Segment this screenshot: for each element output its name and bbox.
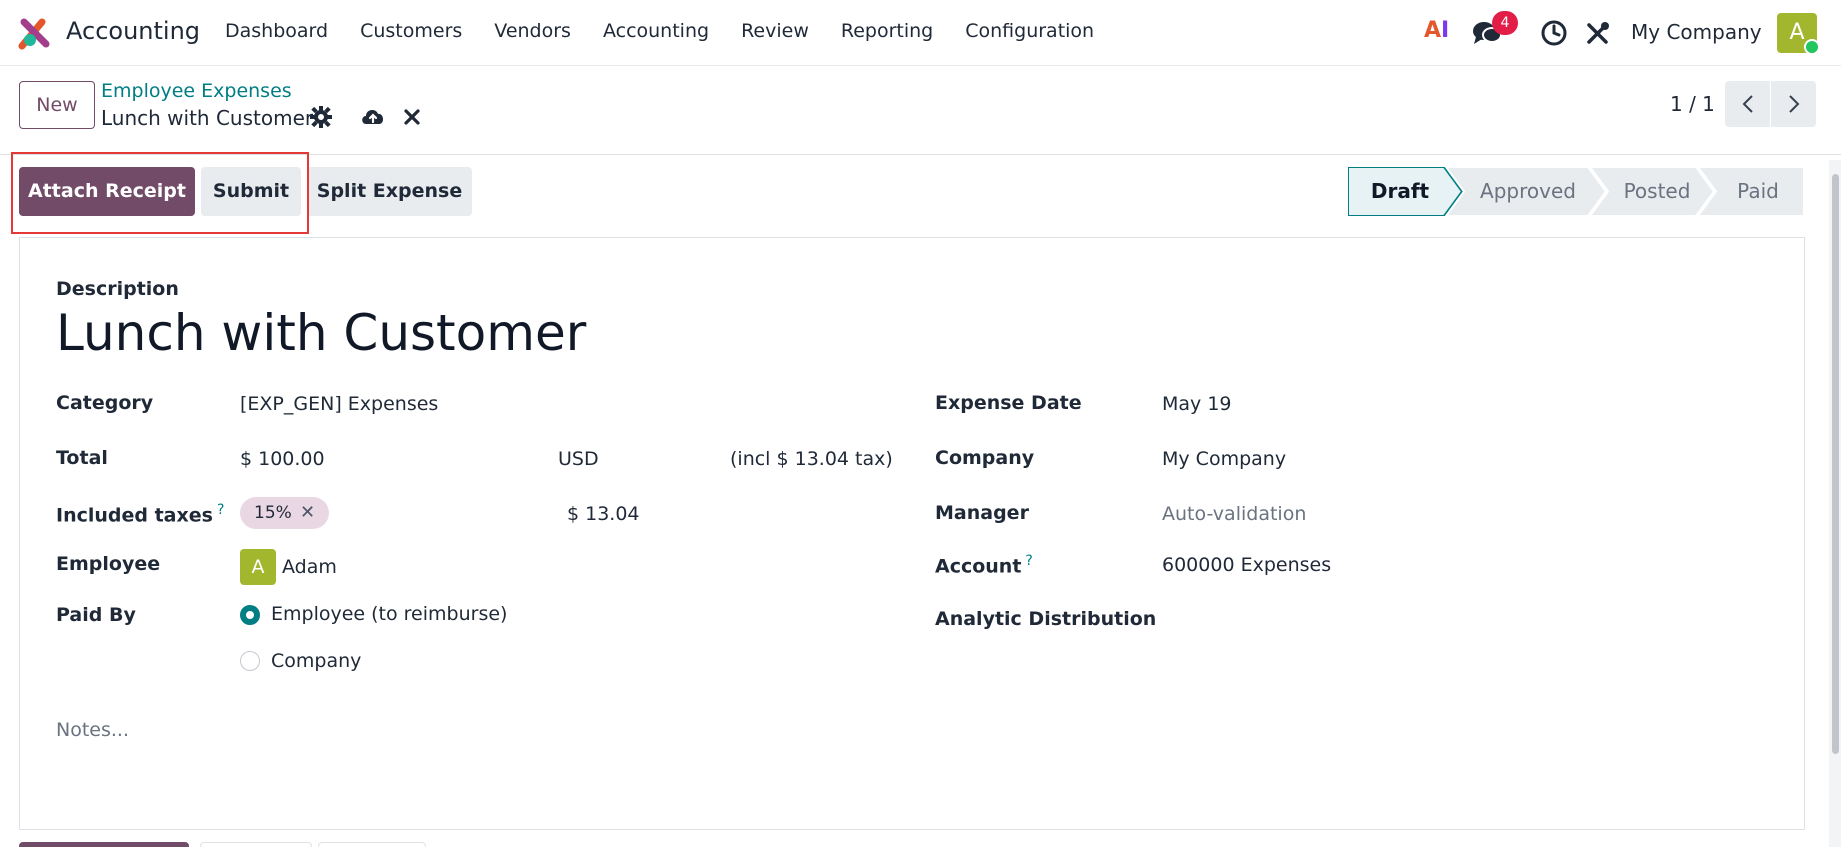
- highlight-annotation: [11, 152, 309, 234]
- ai-letter-i: I: [1441, 18, 1450, 43]
- description-label: Description: [56, 278, 179, 300]
- company-field[interactable]: My Company: [1162, 448, 1286, 470]
- status-draft[interactable]: Draft: [1348, 167, 1452, 216]
- currency-field[interactable]: USD: [558, 448, 599, 470]
- menu-accounting[interactable]: Accounting: [603, 20, 709, 42]
- manager-field[interactable]: Auto-validation: [1162, 503, 1306, 525]
- status-posted[interactable]: Posted: [1604, 167, 1710, 216]
- help-tooltip-icon[interactable]: ?: [217, 502, 224, 518]
- status-paid[interactable]: Paid: [1712, 167, 1804, 216]
- help-tooltip-icon[interactable]: ?: [1025, 553, 1032, 569]
- chevron-right-icon: [1789, 95, 1800, 113]
- menu-configuration[interactable]: Configuration: [965, 20, 1094, 42]
- account-label-text: Account: [935, 555, 1022, 578]
- pager-value[interactable]: 1 / 1: [1670, 92, 1715, 116]
- employee-avatar: A: [240, 549, 276, 585]
- account-field[interactable]: 600000 Expenses: [1162, 554, 1331, 576]
- expense-title-field[interactable]: Lunch with Customer: [56, 304, 586, 362]
- company-label: Company: [935, 447, 1035, 469]
- scrollbar-thumb[interactable]: [1832, 174, 1839, 754]
- pager-next-button[interactable]: [1771, 81, 1816, 127]
- menu-dashboard[interactable]: Dashboard: [225, 20, 328, 42]
- menu-reporting[interactable]: Reporting: [841, 20, 933, 42]
- tax-amount: $ 13.04: [567, 503, 640, 525]
- menu-customers[interactable]: Customers: [360, 20, 462, 42]
- category-label: Category: [56, 392, 154, 414]
- company-switcher[interactable]: My Company: [1631, 20, 1762, 44]
- radio-company[interactable]: [240, 651, 260, 671]
- included-taxes-label: Included taxes?: [56, 502, 224, 526]
- menu-review[interactable]: Review: [741, 20, 809, 42]
- cloud-upload-icon[interactable]: [360, 104, 386, 128]
- accounting-app-icon[interactable]: [18, 16, 52, 50]
- radio-company-label[interactable]: Company: [271, 650, 361, 672]
- manager-label: Manager: [935, 502, 1029, 524]
- status-approved[interactable]: Approved: [1458, 167, 1598, 216]
- clock-icon[interactable]: [1540, 19, 1568, 47]
- employee-field[interactable]: Adam: [282, 556, 337, 578]
- tax-note: (incl $ 13.04 tax): [730, 448, 893, 470]
- discard-icon[interactable]: [402, 107, 422, 127]
- radio-employee[interactable]: [240, 605, 260, 625]
- bottom-tab[interactable]: [318, 842, 426, 847]
- pager-previous-button[interactable]: [1725, 81, 1770, 127]
- breadcrumb-employee-expenses[interactable]: Employee Expenses: [101, 80, 292, 102]
- menu-vendors[interactable]: Vendors: [494, 20, 571, 42]
- expense-date-label: Expense Date: [935, 392, 1082, 414]
- split-expense-button[interactable]: Split Expense: [307, 167, 472, 216]
- new-button[interactable]: New: [19, 81, 95, 129]
- notes-field[interactable]: Notes...: [56, 719, 129, 741]
- ai-letter-a: A: [1424, 18, 1442, 43]
- online-status-dot: [1804, 39, 1820, 55]
- breadcrumb-current-record: Lunch with Customer: [101, 106, 314, 130]
- message-count-badge: 4: [1492, 11, 1518, 35]
- bottom-tab-active[interactable]: [19, 842, 189, 847]
- analytic-distribution-label: Analytic Distribution: [935, 608, 1157, 630]
- total-label: Total: [56, 447, 108, 469]
- gear-icon[interactable]: [310, 106, 332, 128]
- ai-icon[interactable]: AI: [1424, 18, 1449, 43]
- remove-tag-icon[interactable]: ✕: [300, 497, 315, 529]
- total-field[interactable]: $ 100.00: [240, 448, 325, 470]
- app-name[interactable]: Accounting: [66, 17, 200, 45]
- expense-date-field[interactable]: May 19: [1162, 393, 1232, 415]
- radio-employee-label[interactable]: Employee (to reimburse): [271, 603, 507, 625]
- employee-label: Employee: [56, 553, 161, 575]
- chevron-left-icon: [1742, 95, 1753, 113]
- top-navbar: Accounting Dashboard Customers Vendors A…: [0, 0, 1841, 66]
- bottom-tab[interactable]: [200, 842, 312, 847]
- category-field[interactable]: [EXP_GEN] Expenses: [240, 393, 438, 415]
- paid-by-label: Paid By: [56, 604, 136, 626]
- included-taxes-label-text: Included taxes: [56, 504, 213, 527]
- status-bar: Draft Approved Posted Paid: [1348, 167, 1804, 216]
- account-label: Account?: [935, 553, 1033, 577]
- tax-tag: 15% ✕: [240, 497, 329, 529]
- main-menu: Dashboard Customers Vendors Accounting R…: [225, 20, 1126, 42]
- tax-tag-label: 15%: [254, 503, 292, 523]
- tools-icon[interactable]: [1584, 19, 1612, 47]
